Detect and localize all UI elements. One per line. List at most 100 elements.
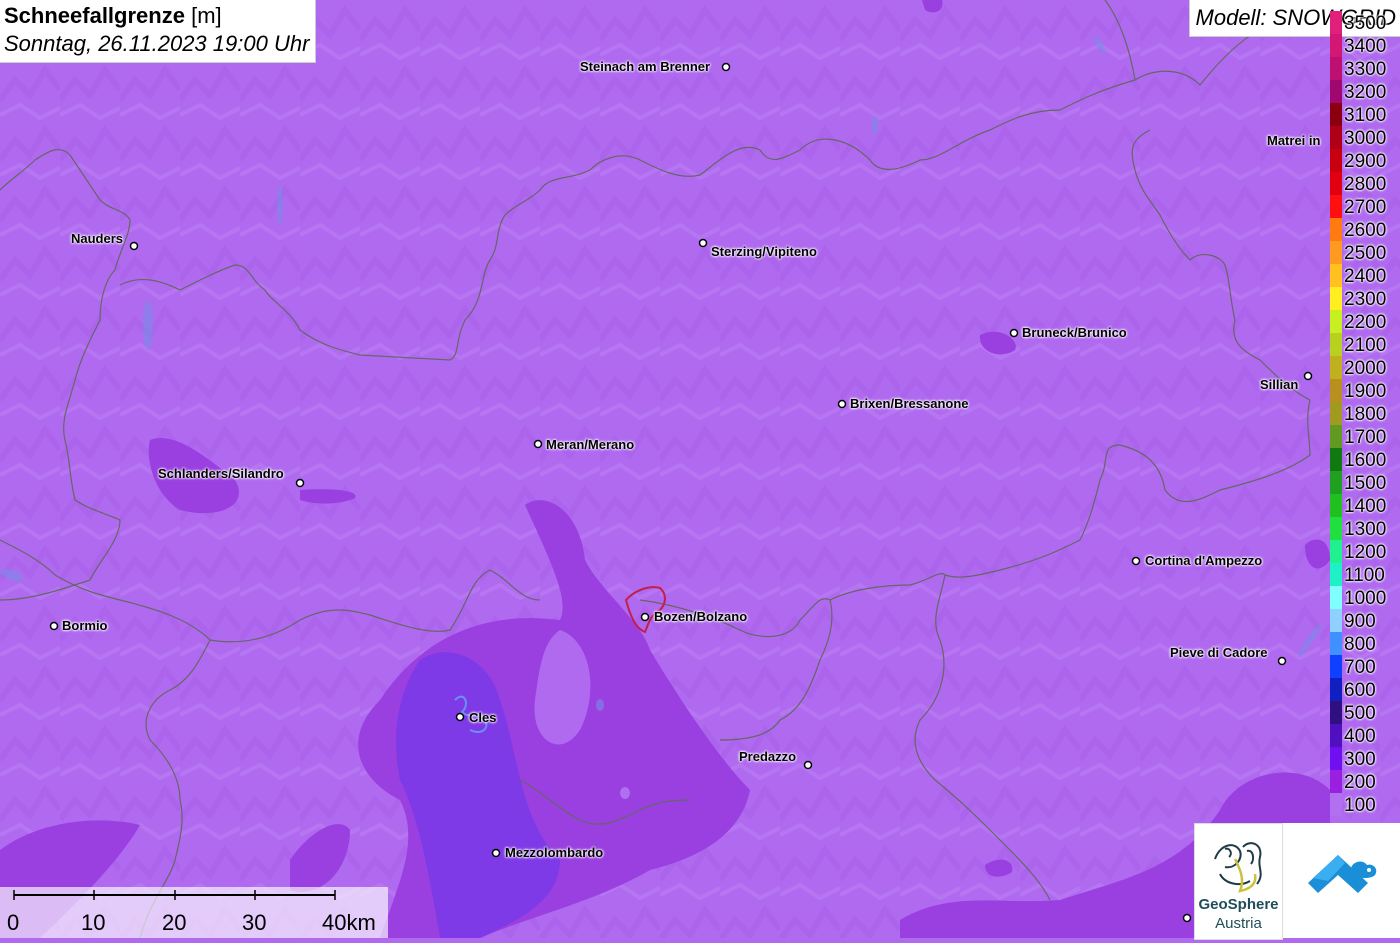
legend-row: 900 <box>1330 609 1400 632</box>
legend-row: 2100 <box>1330 333 1400 356</box>
color-legend: 3500 3400 3300 3200 3100 3000 2900 2800 2700 2600… <box>1330 11 1400 816</box>
map-unit: [m] <box>191 3 222 28</box>
legend-row: 1400 <box>1330 494 1400 517</box>
scale-tick-20: 20 <box>162 910 187 935</box>
legend-swatch <box>1330 218 1342 241</box>
legend-swatch <box>1330 448 1342 471</box>
legend-row: 700 <box>1330 655 1400 678</box>
legend-swatch <box>1330 241 1342 264</box>
legend-label: 200 <box>1344 772 1376 793</box>
legend-label: 400 <box>1344 726 1376 747</box>
legend-row: 2900 <box>1330 149 1400 172</box>
city-label-meran: Meran/Merano <box>546 437 635 452</box>
legend-label: 1800 <box>1344 404 1387 425</box>
map-title-box: Schneefallgrenze [m] Sonntag, 26.11.2023… <box>0 0 317 63</box>
legend-row: 2400 <box>1330 264 1400 287</box>
legend-label: 2100 <box>1344 335 1387 356</box>
legend-row: 3200 <box>1330 80 1400 103</box>
legend-row: 2700 <box>1330 195 1400 218</box>
geosphere-logo[interactable]: GeoSphere Austria <box>1194 823 1283 940</box>
marker-sillian <box>1303 371 1313 381</box>
city-label-matrei: Matrei in <box>1267 133 1321 148</box>
legend-label: 500 <box>1344 703 1376 724</box>
geosphere-name-line1: GeoSphere <box>1198 896 1279 913</box>
marker-nauders <box>129 241 139 251</box>
legend-row: 2500 <box>1330 241 1400 264</box>
legend-label: 1600 <box>1344 450 1387 471</box>
marker-mezzolombardo <box>491 848 501 858</box>
city-label-schlanders: Schlanders/Silandro <box>158 466 284 481</box>
snow-logo[interactable] <box>1283 823 1400 938</box>
scale-tick-10: 10 <box>81 910 106 935</box>
marker-pieve <box>1277 656 1287 666</box>
city-label-predazzo: Predazzo <box>739 749 797 764</box>
legend-row: 2000 <box>1330 356 1400 379</box>
city-label-brixen: Brixen/Bressanone <box>850 396 969 411</box>
legend-swatch <box>1330 678 1342 701</box>
legend-swatch <box>1330 57 1342 80</box>
legend-row: 3400 <box>1330 34 1400 57</box>
legend-row: 800 <box>1330 632 1400 655</box>
legend-row: 1100 <box>1330 563 1400 586</box>
marker-meran <box>533 439 543 449</box>
map-title: Schneefallgrenze <box>4 3 185 28</box>
legend-label: 700 <box>1344 657 1376 678</box>
marker-bozen <box>640 612 650 622</box>
legend-label: 1300 <box>1344 519 1387 540</box>
legend-swatch <box>1330 724 1342 747</box>
city-label-cortina: Cortina d'Ampezzo <box>1145 553 1263 568</box>
city-label-bormio: Bormio <box>62 618 108 633</box>
legend-label: 2400 <box>1344 266 1387 287</box>
legend-swatch <box>1330 310 1342 333</box>
legend-row: 3000 <box>1330 126 1400 149</box>
legend-row: 3300 <box>1330 57 1400 80</box>
geosphere-name-line2: Austria <box>1215 915 1262 932</box>
legend-swatch <box>1330 494 1342 517</box>
legend-row: 500 <box>1330 701 1400 724</box>
legend-swatch <box>1330 172 1342 195</box>
marker-schlanders <box>295 478 305 488</box>
legend-swatch <box>1330 471 1342 494</box>
map-datetime: Sonntag, 26.11.2023 19:00 Uhr <box>4 31 310 56</box>
geosphere-icon <box>1214 842 1262 893</box>
legend-swatch <box>1330 103 1342 126</box>
legend-swatch <box>1330 264 1342 287</box>
marker-bruneck <box>1009 328 1019 338</box>
legend-label: 800 <box>1344 634 1376 655</box>
legend-swatch <box>1330 517 1342 540</box>
legend-label: 900 <box>1344 611 1376 632</box>
legend-row: 1300 <box>1330 517 1400 540</box>
city-label-pieve: Pieve di Cadore <box>1170 645 1268 660</box>
city-label-sterzing: Sterzing/Vipiteno <box>711 244 817 259</box>
legend-row: 2600 <box>1330 218 1400 241</box>
city-label-bruneck: Bruneck/Brunico <box>1022 325 1127 340</box>
legend-swatch <box>1330 149 1342 172</box>
legend-label: 600 <box>1344 680 1376 701</box>
legend-swatch <box>1330 609 1342 632</box>
legend-row: 2200 <box>1330 310 1400 333</box>
marker-sterzing <box>698 238 708 248</box>
legend-label: 3300 <box>1344 59 1387 80</box>
legend-label: 1500 <box>1344 473 1387 494</box>
city-label-cles: Cles <box>469 710 497 725</box>
legend-label: 1400 <box>1344 496 1387 517</box>
scale-tick-30: 30 <box>242 910 267 935</box>
legend-row: 400 <box>1330 724 1400 747</box>
legend-label: 2900 <box>1344 151 1387 172</box>
marker-bottom-right <box>1182 913 1192 923</box>
legend-row: 2300 <box>1330 287 1400 310</box>
marker-cortina <box>1131 556 1141 566</box>
legend-swatch <box>1330 379 1342 402</box>
legend-label: 1200 <box>1344 542 1387 563</box>
legend-swatch <box>1330 540 1342 563</box>
legend-label: 100 <box>1344 795 1376 816</box>
marker-predazzo <box>803 760 813 770</box>
scale-tick-40km: 40km <box>322 910 376 935</box>
legend-label: 2200 <box>1344 312 1387 333</box>
city-label-nauders: Nauders <box>71 231 124 246</box>
legend-swatch <box>1330 287 1342 310</box>
legend-swatch <box>1330 701 1342 724</box>
legend-row: 1600 <box>1330 448 1400 471</box>
scale-bar: 0 10 20 30 40km <box>0 887 388 938</box>
legend-swatch <box>1330 126 1342 149</box>
